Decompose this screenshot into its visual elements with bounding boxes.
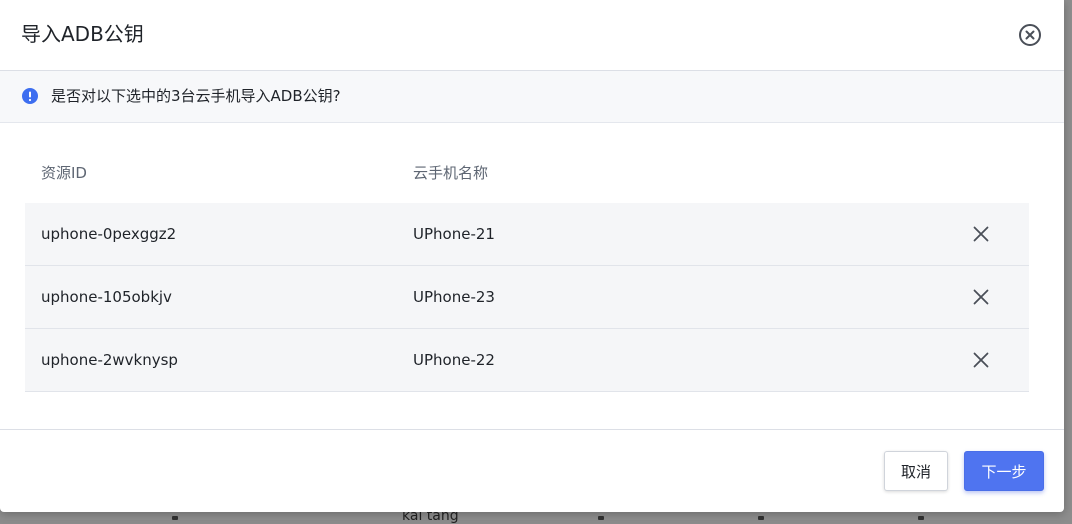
resource-id-cell: uphone-105obkjv xyxy=(41,288,172,306)
background-mark xyxy=(598,516,604,520)
background-mark xyxy=(758,516,764,520)
x-icon xyxy=(973,352,989,368)
close-circle-icon xyxy=(1019,24,1041,46)
resource-id-cell: uphone-2wvknysp xyxy=(41,351,178,369)
info-icon xyxy=(22,88,38,104)
import-adb-key-dialog: 导入ADB公钥 是否对以下选中的3台云手机导入ADB公钥? 资源ID 云手机名称… xyxy=(0,0,1064,512)
dialog-title: 导入ADB公钥 xyxy=(21,22,144,46)
phone-name-cell: UPhone-22 xyxy=(413,351,495,369)
column-header-phone-name: 云手机名称 xyxy=(413,164,489,182)
selected-phones-table: 资源ID 云手机名称 uphone-0pexggz2 UPhone-21 uph… xyxy=(25,143,1029,392)
background-mark xyxy=(172,516,178,520)
remove-row-button[interactable] xyxy=(972,225,990,243)
phone-name-cell: UPhone-23 xyxy=(413,288,495,306)
phone-name-cell: UPhone-21 xyxy=(413,225,495,243)
cancel-button[interactable]: 取消 xyxy=(884,451,948,491)
notice-bar: 是否对以下选中的3台云手机导入ADB公钥? xyxy=(0,71,1064,123)
resource-id-cell: uphone-0pexggz2 xyxy=(41,225,177,243)
x-icon xyxy=(973,226,989,242)
column-header-resource-id: 资源ID xyxy=(41,164,87,182)
table-row: uphone-2wvknysp UPhone-22 xyxy=(25,329,1029,392)
background-mark xyxy=(918,516,924,520)
table-header: 资源ID 云手机名称 xyxy=(25,143,1029,203)
dialog-footer: 取消 下一步 xyxy=(0,429,1064,513)
x-icon xyxy=(973,289,989,305)
table-row: uphone-105obkjv UPhone-23 xyxy=(25,266,1029,329)
dialog-header: 导入ADB公钥 xyxy=(0,0,1064,71)
table-row: uphone-0pexggz2 UPhone-21 xyxy=(25,203,1029,266)
remove-row-button[interactable] xyxy=(972,288,990,306)
close-button[interactable] xyxy=(1018,23,1042,47)
remove-row-button[interactable] xyxy=(972,351,990,369)
notice-text: 是否对以下选中的3台云手机导入ADB公钥? xyxy=(51,87,341,105)
next-step-button[interactable]: 下一步 xyxy=(964,451,1044,491)
